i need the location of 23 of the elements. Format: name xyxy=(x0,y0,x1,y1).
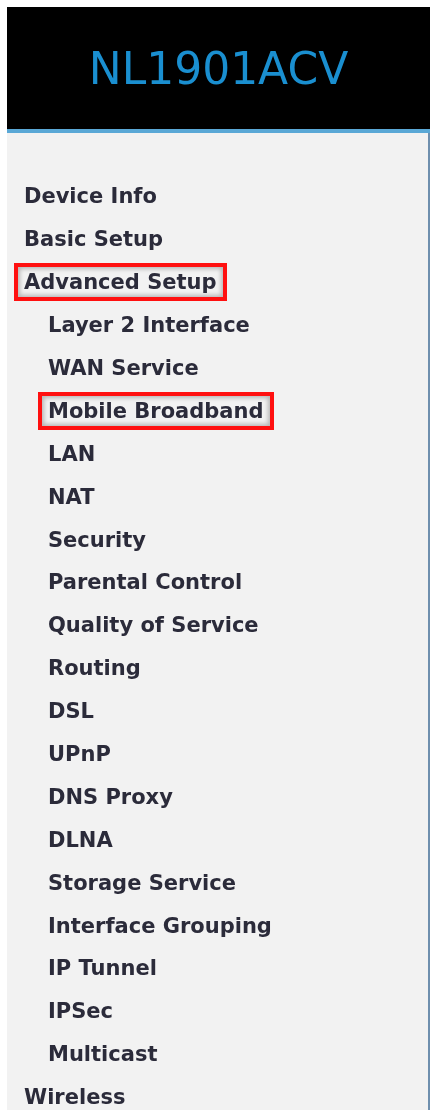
submenu-item[interactable]: Multicast xyxy=(48,1042,158,1067)
submenu-item[interactable]: Mobile Broadband xyxy=(38,391,274,430)
submenu-item[interactable]: LAN xyxy=(48,441,96,466)
submenu-item[interactable]: Routing xyxy=(48,656,141,681)
submenu-item[interactable]: Storage Service xyxy=(48,870,236,895)
submenu-item[interactable]: IPSec xyxy=(48,999,114,1024)
device-title: NL1901ACV xyxy=(88,42,349,94)
menu-item[interactable]: Device Info xyxy=(24,184,157,209)
menu-item[interactable]: Wireless xyxy=(24,1085,126,1110)
menu-item[interactable]: Basic Setup xyxy=(24,227,164,252)
submenu-item[interactable]: DLNA xyxy=(48,827,113,852)
submenu-item[interactable]: UPnP xyxy=(48,742,111,766)
submenu-item[interactable]: DSL xyxy=(48,699,94,724)
submenu-item[interactable]: Parental Control xyxy=(48,570,243,595)
submenu-item[interactable]: DNS Proxy xyxy=(48,784,173,809)
menu-item[interactable]: Advanced Setup xyxy=(14,263,227,302)
submenu-item[interactable]: WAN Service xyxy=(48,356,199,380)
submenu-item[interactable]: Quality of Service xyxy=(48,613,259,638)
submenu-item[interactable]: NAT xyxy=(48,484,95,509)
submenu-item[interactable]: Security xyxy=(48,527,147,552)
submenu-item[interactable]: Layer 2 Interface xyxy=(48,313,250,338)
submenu-item[interactable]: IP Tunnel xyxy=(48,956,157,981)
submenu-item[interactable]: Interface Grouping xyxy=(48,913,272,938)
